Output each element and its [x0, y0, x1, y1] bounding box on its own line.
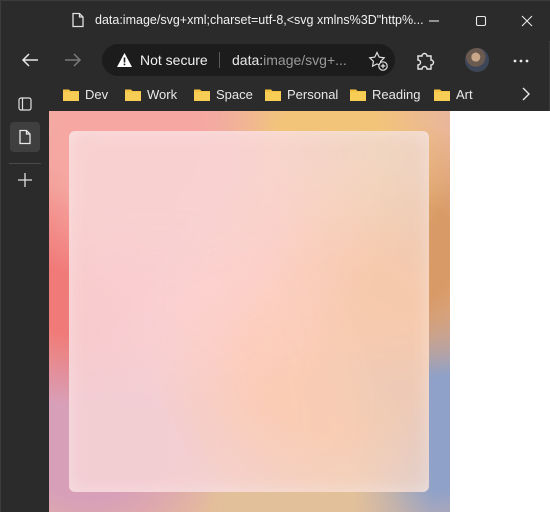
url-rest: image/svg+...: [263, 52, 347, 68]
back-button[interactable]: [15, 46, 45, 74]
bookmark-folder-art[interactable]: Art: [434, 84, 473, 104]
warning-triangle-icon[interactable]: [116, 52, 133, 68]
folder-icon: [125, 89, 141, 101]
profile-avatar[interactable]: [465, 48, 489, 72]
page-content: [49, 111, 550, 512]
bookmark-label: Reading: [372, 86, 421, 102]
bookmark-folder-space[interactable]: Space: [194, 84, 253, 104]
bookmark-label: Dev: [85, 86, 109, 102]
url-scheme: data:: [232, 52, 264, 68]
vertical-tabs-sidebar: [1, 79, 49, 512]
forward-button[interactable]: [58, 46, 88, 74]
svg-image: [49, 111, 450, 512]
vertical-tab-item[interactable]: [10, 122, 40, 152]
folder-icon: [194, 89, 210, 101]
arrow-left-icon: [21, 53, 38, 67]
browser-window: data:image/svg+xml;charset=utf-8,<svg xm…: [0, 0, 550, 512]
bookmark-label: Art: [456, 86, 473, 102]
sidebar-divider: [9, 163, 41, 164]
bookmark-folder-reading[interactable]: Reading: [350, 84, 420, 104]
frosted-glass-panel: [69, 131, 429, 492]
minimize-button[interactable]: [422, 9, 446, 33]
document-icon: [19, 129, 31, 145]
tab-actions-icon: [18, 97, 32, 111]
plus-icon: [18, 173, 32, 187]
star-add-icon[interactable]: [367, 50, 389, 72]
close-icon: [521, 15, 533, 27]
bookmark-folder-work[interactable]: Work: [125, 84, 177, 104]
folder-icon: [434, 89, 450, 101]
chevron-right-icon[interactable]: [516, 85, 534, 103]
bookmark-folder-dev[interactable]: Dev: [63, 84, 108, 104]
document-favicon-icon: [72, 12, 84, 28]
folder-icon: [63, 89, 79, 101]
tab-title[interactable]: data:image/svg+xml;charset=utf-8,<svg xm…: [95, 13, 424, 27]
puzzle-icon[interactable]: [412, 49, 438, 73]
close-button[interactable]: [515, 9, 539, 33]
minimize-icon: [429, 20, 439, 22]
navigation-bar: Not secure data:image/svg+...: [1, 41, 550, 79]
address-divider: [219, 52, 220, 68]
url-text[interactable]: data:image/svg+...: [232, 52, 347, 68]
folder-icon: [350, 89, 366, 101]
title-bar: data:image/svg+xml;charset=utf-8,<svg xm…: [1, 1, 550, 41]
bookmarks-bar: Dev Work Space Personal Reading Art: [49, 79, 550, 109]
bookmark-label: Personal: [287, 86, 339, 102]
bookmark-folder-personal[interactable]: Personal: [265, 84, 338, 104]
arrow-right-icon: [65, 53, 82, 67]
bookmark-label: Space: [216, 86, 253, 102]
tab-actions-button[interactable]: [10, 89, 40, 119]
maximize-icon: [475, 15, 487, 27]
maximize-button[interactable]: [469, 9, 493, 33]
more-horizontal-icon[interactable]: [509, 49, 533, 73]
address-bar[interactable]: Not secure data:image/svg+...: [102, 44, 395, 76]
security-status-label[interactable]: Not secure: [140, 52, 208, 68]
bookmark-label: Work: [147, 86, 178, 102]
folder-icon: [265, 89, 281, 101]
new-tab-button[interactable]: [10, 165, 40, 195]
